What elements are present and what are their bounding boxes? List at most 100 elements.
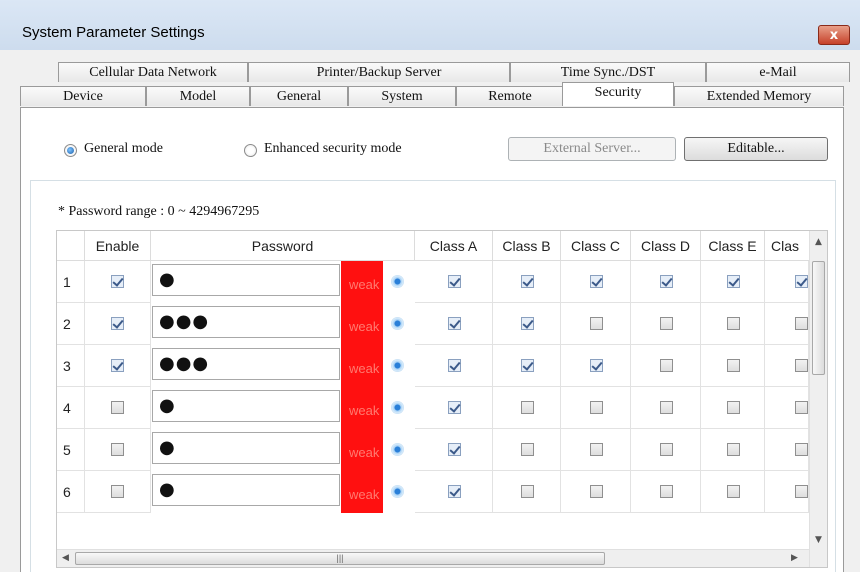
eye-icon[interactable] [391,359,404,372]
class-checkbox[interactable] [448,443,461,456]
password-field[interactable]: ● [152,264,340,296]
tab-security[interactable]: Security [562,82,674,106]
tab-model[interactable]: Model [146,86,250,106]
general-mode-label: General mode [84,141,163,156]
tab-system[interactable]: System [348,86,456,106]
class-cell [415,345,493,387]
vertical-scroll-thumb[interactable] [812,261,825,375]
class-checkbox[interactable] [795,401,808,414]
password-cell: ● weak [57,387,415,429]
tab-cellular-data-network[interactable]: Cellular Data Network [58,62,248,82]
class-checkbox[interactable] [590,359,603,372]
password-field[interactable]: ●●● [152,348,340,380]
password-range-note: * Password range : 0 ~ 4294967295 [58,204,260,219]
eye-icon[interactable] [391,443,404,456]
class-checkbox[interactable] [660,317,673,330]
external-server-button[interactable]: External Server... [508,137,676,161]
class-checkbox[interactable] [727,401,740,414]
class-cell [765,387,809,429]
editable-button[interactable]: Editable... [684,137,828,161]
class-checkbox[interactable] [795,443,808,456]
class-checkbox[interactable] [521,401,534,414]
class-checkbox[interactable] [795,317,808,330]
class-checkbox[interactable] [727,275,740,288]
password-field[interactable]: ●●● [152,306,340,338]
scroll-right-icon[interactable]: ▶ [791,553,798,563]
tab-e-mail[interactable]: e-Mail [706,62,850,82]
tab-remote[interactable]: Remote [456,86,564,106]
class-cell [561,471,631,513]
password-strength-badge: weak [341,387,383,429]
eye-icon[interactable] [391,485,404,498]
scroll-up-icon[interactable]: ▲ [815,237,822,247]
class-checkbox[interactable] [660,275,673,288]
class-checkbox[interactable] [448,275,461,288]
class-cell [765,345,809,387]
password-field[interactable]: ● [152,474,340,506]
enhanced-security-mode-radio[interactable] [244,144,257,157]
class-checkbox[interactable] [660,359,673,372]
class-checkbox[interactable] [521,275,534,288]
close-icon[interactable]: x [818,25,850,45]
class-checkbox[interactable] [521,443,534,456]
class-checkbox[interactable] [727,485,740,498]
class-cell [561,261,631,303]
password-cell: ● weak [57,429,415,471]
class-cell [561,303,631,345]
header-class-c: Class C [561,231,631,261]
class-checkbox[interactable] [660,401,673,414]
class-checkbox[interactable] [448,485,461,498]
class-cell [415,303,493,345]
header-password: Password [151,231,415,261]
eye-icon[interactable] [391,317,404,330]
class-checkbox[interactable] [660,485,673,498]
class-cell [701,387,765,429]
class-cell [561,345,631,387]
table-row: 3 ●●● weak [57,345,809,387]
class-checkbox[interactable] [590,401,603,414]
header-enable: Enable [85,231,151,261]
tab-extended-memory[interactable]: Extended Memory [674,86,844,106]
class-checkbox[interactable] [727,359,740,372]
class-checkbox[interactable] [660,443,673,456]
enhanced-security-mode-label: Enhanced security mode [264,141,402,156]
class-checkbox[interactable] [795,485,808,498]
class-checkbox[interactable] [727,443,740,456]
class-cell [493,429,561,471]
vertical-scrollbar[interactable]: ▲ ▼ [809,231,827,567]
tab-general[interactable]: General [250,86,348,106]
password-field[interactable]: ● [152,390,340,422]
password-strength-badge: weak [341,261,383,303]
class-cell [493,261,561,303]
class-checkbox[interactable] [448,401,461,414]
eye-icon[interactable] [391,401,404,414]
class-cell [415,261,493,303]
class-checkbox[interactable] [521,485,534,498]
class-cell [493,387,561,429]
class-checkbox[interactable] [448,317,461,330]
class-checkbox[interactable] [590,317,603,330]
horizontal-scroll-thumb[interactable]: ||| [75,552,605,565]
tab-printer-backup-server[interactable]: Printer/Backup Server [248,62,510,82]
class-checkbox[interactable] [521,317,534,330]
class-checkbox[interactable] [727,317,740,330]
horizontal-scrollbar[interactable]: ◀ ||| ▶ [57,549,809,567]
scroll-down-icon[interactable]: ▼ [815,535,822,545]
tab-device[interactable]: Device [20,86,146,106]
class-checkbox[interactable] [795,275,808,288]
scroll-left-icon[interactable]: ◀ [62,553,69,563]
class-checkbox[interactable] [590,275,603,288]
class-cell [631,471,701,513]
class-cell [701,345,765,387]
class-cell [631,429,701,471]
general-mode-radio[interactable] [64,144,77,157]
tab-time-sync-dst[interactable]: Time Sync./DST [510,62,706,82]
class-checkbox[interactable] [448,359,461,372]
eye-icon[interactable] [391,275,404,288]
class-checkbox[interactable] [590,443,603,456]
password-field[interactable]: ● [152,432,340,464]
class-checkbox[interactable] [590,485,603,498]
class-checkbox[interactable] [521,359,534,372]
class-cell [493,345,561,387]
class-checkbox[interactable] [795,359,808,372]
